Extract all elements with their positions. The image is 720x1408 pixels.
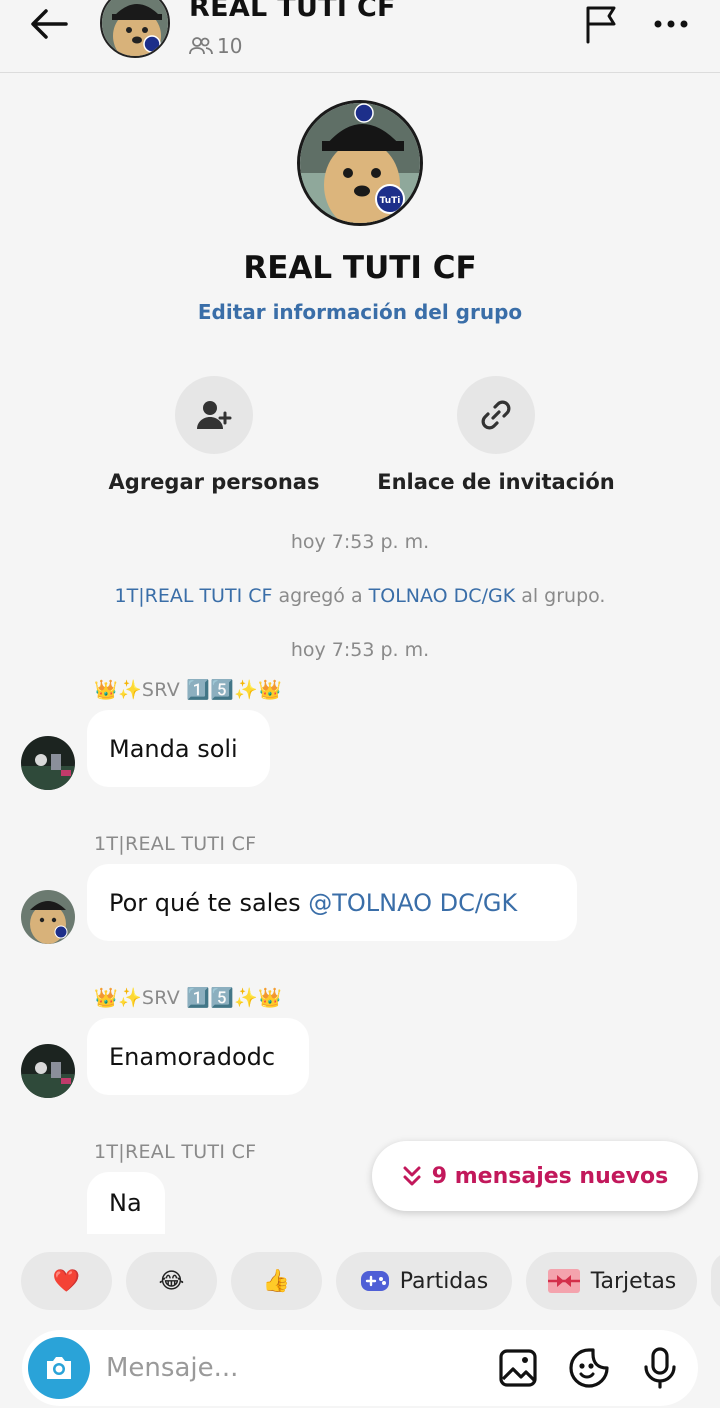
message-bubble[interactable]: Na xyxy=(87,1172,165,1234)
edit-group-info-link[interactable]: Editar información del grupo xyxy=(0,300,720,324)
group-avatar[interactable]: TuTi xyxy=(297,100,423,226)
message-text: Por qué te sales @TOLNAO DC/GK xyxy=(109,888,518,917)
new-messages-button[interactable]: 9 mensajes nuevos xyxy=(372,1141,698,1211)
add-people-label: Agregar personas xyxy=(108,470,320,494)
sender-avatar[interactable] xyxy=(21,736,75,790)
system-actor-link[interactable]: 1T|REAL TUTI CF xyxy=(115,585,273,607)
invite-link-button[interactable]: Enlace de invitación xyxy=(376,376,616,494)
report-button[interactable] xyxy=(578,2,624,46)
gamepad-icon xyxy=(360,1271,389,1291)
games-chip[interactable]: Partidas xyxy=(336,1252,512,1310)
message-sender: 1T|REAL TUTI CF xyxy=(94,833,257,855)
message-text: Manda soli xyxy=(109,734,238,763)
arrow-left-icon xyxy=(31,9,68,39)
sticker-button[interactable] xyxy=(565,1344,613,1392)
message-sender: 👑✨SRV 1️⃣5️⃣✨👑 xyxy=(94,679,283,701)
more-chips-partial[interactable] xyxy=(711,1252,720,1310)
member-count[interactable]: 10 xyxy=(189,34,242,58)
camera-icon xyxy=(47,1357,71,1379)
new-messages-label: 9 mensajes nuevos xyxy=(431,1163,669,1189)
thumbs-up-icon: 👍 xyxy=(262,1268,291,1294)
system-verb: agregó a xyxy=(272,585,369,607)
member-count-value: 10 xyxy=(217,34,243,58)
message-bubble[interactable]: Por qué te sales @TOLNAO DC/GK xyxy=(87,864,577,941)
system-target-link[interactable]: TOLNAO DC/GK xyxy=(369,585,516,607)
sender-avatar[interactable] xyxy=(21,1044,75,1098)
group-name: REAL TUTI CF xyxy=(243,250,477,286)
timestamp: hoy 7:53 p. m. xyxy=(290,639,430,661)
add-person-icon xyxy=(197,401,232,429)
system-message: 1T|REAL TUTI CF agregó a TOLNAO DC/GK al… xyxy=(0,585,720,607)
invite-link-circle[interactable] xyxy=(457,376,535,454)
message-input[interactable] xyxy=(106,1344,486,1392)
group-avatar-small[interactable] xyxy=(100,0,170,58)
chat-header: REAL TUTI CF 10 xyxy=(0,0,720,73)
message-bubble[interactable]: Enamoradodc xyxy=(87,1018,309,1095)
flag-icon xyxy=(586,6,616,44)
invite-link-label: Enlace de invitación xyxy=(377,470,615,494)
chat-title[interactable]: REAL TUTI CF xyxy=(189,0,396,23)
add-person-circle[interactable] xyxy=(175,376,253,454)
message-text: Na xyxy=(109,1189,142,1217)
message-sender: 1T|REAL TUTI CF xyxy=(94,1141,257,1163)
reaction-laugh[interactable]: 😂 xyxy=(126,1252,217,1310)
message-text: Enamoradodc xyxy=(109,1042,276,1071)
voice-message-button[interactable] xyxy=(636,1344,684,1392)
message-composer xyxy=(22,1330,698,1406)
system-tail: al grupo. xyxy=(515,585,606,607)
add-people-button[interactable]: Agregar personas xyxy=(94,376,334,494)
heart-icon: ❤️ xyxy=(52,1268,81,1294)
sender-avatar[interactable] xyxy=(21,890,75,944)
double-chevron-down-icon xyxy=(403,1166,421,1186)
svg-text:TuTi: TuTi xyxy=(380,196,401,206)
timestamp: hoy 7:53 p. m. xyxy=(290,531,430,553)
microphone-icon xyxy=(644,1347,676,1389)
sticker-face-icon xyxy=(569,1348,609,1388)
image-icon xyxy=(499,1349,537,1387)
gallery-button[interactable] xyxy=(494,1344,542,1392)
quick-reactions-bar: ❤️ 😂 👍 Partidas Tarjetas xyxy=(0,1252,720,1312)
link-icon xyxy=(481,400,511,430)
more-options-button[interactable] xyxy=(648,2,694,46)
games-label: Partidas xyxy=(399,1268,489,1294)
more-horizontal-icon xyxy=(654,20,688,28)
laughing-face-icon: 😂 xyxy=(158,1268,185,1294)
reaction-heart[interactable]: ❤️ xyxy=(21,1252,112,1310)
gift-card-icon xyxy=(547,1269,580,1293)
message-bubble[interactable]: Manda soli xyxy=(87,710,270,787)
message-sender: 👑✨SRV 1️⃣5️⃣✨👑 xyxy=(94,987,283,1009)
camera-button[interactable] xyxy=(28,1337,90,1399)
back-button[interactable] xyxy=(24,4,72,44)
cards-label: Tarjetas xyxy=(590,1268,677,1294)
reaction-thumbs-up[interactable]: 👍 xyxy=(231,1252,322,1310)
cards-chip[interactable]: Tarjetas xyxy=(526,1252,697,1310)
mention-link[interactable]: @TOLNAO DC/GK xyxy=(308,889,517,917)
people-icon xyxy=(189,37,213,55)
